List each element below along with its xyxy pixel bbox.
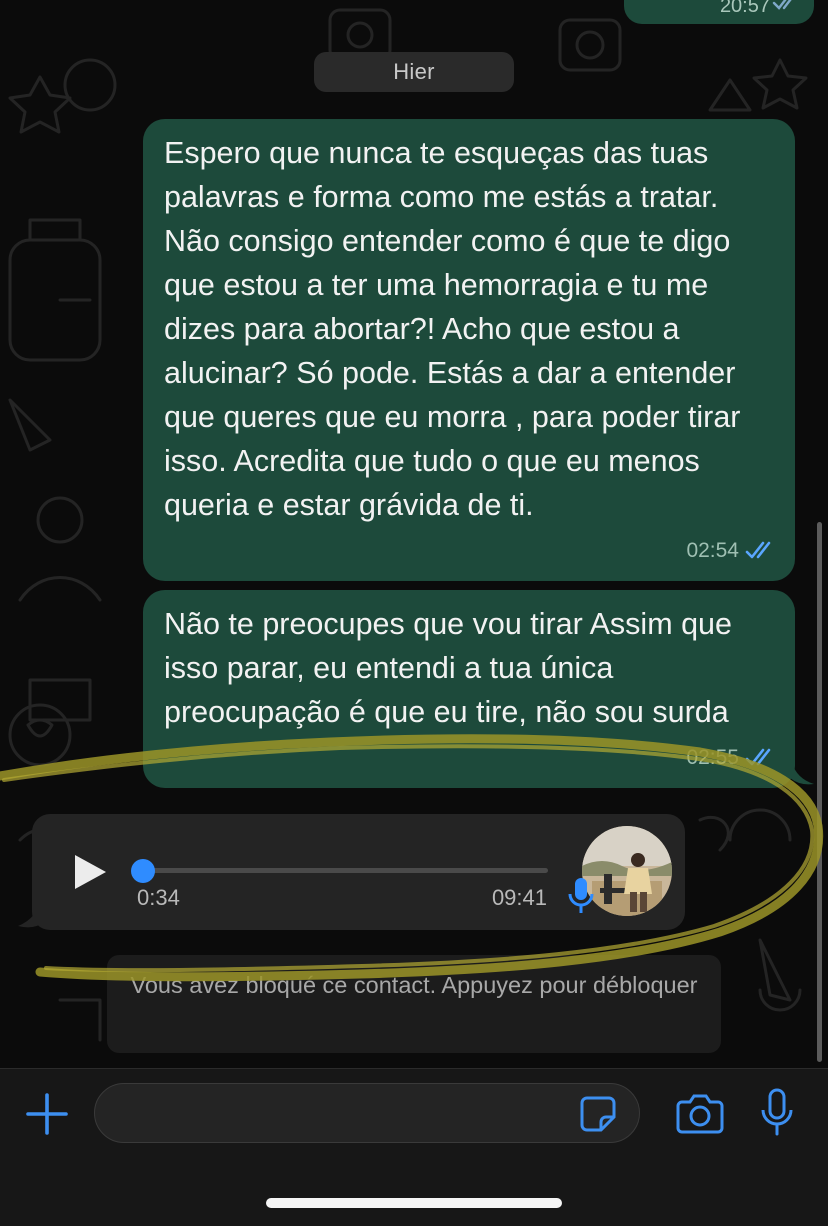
attach-button[interactable] <box>24 1091 70 1137</box>
message-input[interactable] <box>115 1096 579 1132</box>
voice-message-time: 09:41 <box>491 885 547 910</box>
camera-button[interactable] <box>676 1092 724 1134</box>
outgoing-message-bubble[interactable]: Não te preocupes que vou tirar Assim que… <box>143 590 795 788</box>
outgoing-message-bubble[interactable]: Espero que nunca te esqueças das tuas pa… <box>143 119 795 581</box>
day-separator: Hier <box>314 52 514 92</box>
message-meta: 02:54 <box>686 529 777 573</box>
voice-progress-knob[interactable] <box>131 859 155 883</box>
read-ticks-icon <box>745 529 777 573</box>
bubble-tail <box>790 756 814 785</box>
message-time: 02:55 <box>686 746 739 769</box>
message-text: Não te preocupes que vou tirar Assim que… <box>164 607 732 729</box>
blocked-contact-notice[interactable]: Vous avez bloqué ce contact. Appuyez pou… <box>107 955 721 1053</box>
message-time: 20:57 <box>719 0 770 17</box>
voice-progress-track[interactable] <box>142 868 548 873</box>
microphone-icon <box>761 1088 793 1136</box>
message-text: Espero que nunca te esqueças das tuas pa… <box>164 136 741 522</box>
microphone-badge-icon <box>566 876 596 916</box>
voice-record-button[interactable] <box>760 1088 794 1138</box>
plus-icon <box>26 1093 68 1135</box>
voice-elapsed: 0:34 <box>137 885 180 910</box>
message-time: 02:54 <box>686 539 739 562</box>
sticker-icon <box>580 1096 616 1132</box>
previous-message-bubble[interactable]: 20:57 <box>624 0 814 24</box>
play-icon <box>75 855 106 889</box>
camera-icon <box>676 1094 724 1134</box>
sticker-button[interactable] <box>579 1095 617 1133</box>
bubble-tail <box>18 896 44 928</box>
read-ticks-icon <box>745 736 777 780</box>
home-indicator[interactable] <box>266 1198 562 1208</box>
play-button[interactable] <box>70 852 110 892</box>
scrollbar[interactable] <box>817 522 822 1062</box>
message-input-container[interactable] <box>94 1083 640 1143</box>
read-ticks-icon <box>772 0 802 16</box>
message-meta: 02:55 <box>686 736 777 780</box>
